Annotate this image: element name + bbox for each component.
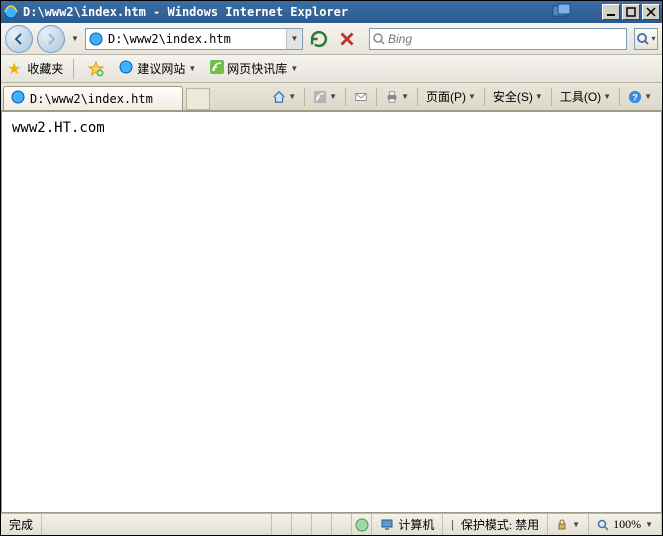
separator xyxy=(551,88,552,106)
maximize-button[interactable] xyxy=(622,4,640,20)
add-to-favorites-button[interactable] xyxy=(84,59,108,79)
favorites-label[interactable]: 收藏夹 xyxy=(27,60,63,77)
help-button[interactable]: ?▼ xyxy=(624,86,656,108)
status-privacy[interactable]: ▼ xyxy=(548,514,589,535)
tab-icon xyxy=(10,89,26,108)
status-protected-mode: | 保护模式: 禁用 xyxy=(443,514,548,535)
ie-small-icon xyxy=(118,59,134,78)
address-input[interactable] xyxy=(106,32,286,46)
status-pane-4 xyxy=(332,514,352,535)
search-button[interactable]: ▾ xyxy=(634,28,658,50)
minimize-button[interactable] xyxy=(602,4,620,20)
computer-icon xyxy=(380,518,394,532)
search-provider-icon xyxy=(370,32,388,46)
print-button[interactable]: ▼ xyxy=(381,86,413,108)
zoom-value: 100% xyxy=(613,517,641,532)
suggested-sites-label: 建议网站 xyxy=(137,60,185,77)
read-mail-button[interactable] xyxy=(350,86,372,108)
search-bar[interactable] xyxy=(369,28,627,50)
feeds-button[interactable]: ▼ xyxy=(309,86,341,108)
suggested-sites-link[interactable]: 建议网站 ▼ xyxy=(114,57,200,80)
page-menu-label: 页面(P) xyxy=(426,88,466,105)
safety-menu-label: 安全(S) xyxy=(493,88,533,105)
page-icon xyxy=(88,31,104,47)
tools-menu[interactable]: 工具(O)▼ xyxy=(556,86,615,108)
titlebar: D:\www2\index.htm - Windows Internet Exp… xyxy=(1,1,662,23)
separator xyxy=(304,88,305,106)
web-slice-label: 网页快讯库 xyxy=(227,60,287,77)
zoom-control[interactable]: 100% ▼ xyxy=(589,514,662,535)
page-content: www2.HT.com xyxy=(1,111,662,513)
favorites-star-icon[interactable]: ★ xyxy=(7,59,21,79)
status-zone[interactable]: 计算机 xyxy=(372,514,443,535)
tab-label: D:\www2\index.htm xyxy=(30,92,153,106)
search-input[interactable] xyxy=(388,32,626,46)
tab-current[interactable]: D:\www2\index.htm xyxy=(3,86,183,110)
status-done: 完成 xyxy=(1,514,42,535)
web-slice-link[interactable]: 网页快讯库 ▼ xyxy=(206,58,302,79)
forward-button[interactable] xyxy=(37,25,65,53)
new-tab-button[interactable] xyxy=(186,88,210,110)
window-buttons xyxy=(602,4,660,20)
separator xyxy=(376,88,377,106)
nav-history-dropdown[interactable]: ▼ xyxy=(69,25,81,53)
status-pane-3 xyxy=(312,514,332,535)
stop-button[interactable] xyxy=(335,27,359,51)
status-bar: 完成 计算机 | 保护模式: 禁用 ▼ 100% ▼ xyxy=(1,513,662,535)
status-zone-label: 计算机 xyxy=(398,516,434,533)
separator xyxy=(417,88,418,106)
restore-group-icon[interactable] xyxy=(552,3,572,22)
tab-strip: D:\www2\index.htm ▼ ▼ ▼ 页面(P)▼ xyxy=(1,83,662,111)
status-pane-1 xyxy=(272,514,292,535)
tools-menu-label: 工具(O) xyxy=(560,88,601,105)
back-button[interactable] xyxy=(5,25,33,53)
separator xyxy=(619,88,620,106)
command-bar: ▼ ▼ ▼ 页面(P)▼ 安全(S)▼ 工具(O) xyxy=(268,83,662,110)
feed-icon xyxy=(210,60,224,77)
status-spacer xyxy=(42,514,272,535)
close-button[interactable] xyxy=(642,4,660,20)
safety-menu[interactable]: 安全(S)▼ xyxy=(489,86,547,108)
refresh-button[interactable] xyxy=(307,27,331,51)
body-text: www2.HT.com xyxy=(12,120,105,136)
window-title: D:\www2\index.htm - Windows Internet Exp… xyxy=(23,5,552,19)
nav-toolbar: ▼ ▼ ▾ xyxy=(1,23,662,55)
browser-window: D:\www2\index.htm - Windows Internet Exp… xyxy=(0,0,663,536)
home-button[interactable]: ▼ xyxy=(268,86,300,108)
status-pane-2 xyxy=(292,514,312,535)
ie-icon xyxy=(3,4,19,20)
address-dropdown[interactable]: ▼ xyxy=(286,29,302,49)
separator xyxy=(73,59,74,79)
favorites-bar: ★ 收藏夹 建议网站 ▼ 网页快讯库 ▼ xyxy=(1,55,662,83)
page-menu[interactable]: 页面(P)▼ xyxy=(422,86,480,108)
popup-blocked-icon[interactable] xyxy=(352,514,372,535)
zoom-icon xyxy=(597,519,609,531)
separator xyxy=(345,88,346,106)
svg-text:?: ? xyxy=(632,92,637,102)
separator xyxy=(484,88,485,106)
address-bar[interactable]: ▼ xyxy=(85,28,303,50)
privacy-icon xyxy=(556,519,568,531)
